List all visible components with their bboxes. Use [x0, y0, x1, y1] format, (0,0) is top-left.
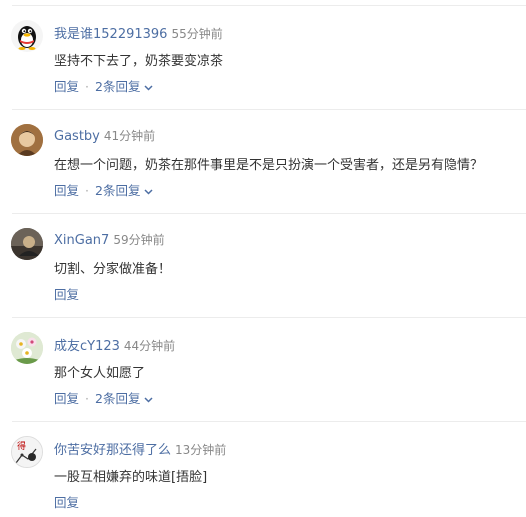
user-avatar[interactable] — [11, 228, 43, 260]
timestamp: 59分钟前 — [113, 233, 165, 247]
photo-avatar-icon — [11, 124, 43, 156]
username-link[interactable]: 我是谁152291396 — [54, 27, 167, 42]
replies-count: 2条回复 — [95, 391, 141, 406]
reply-button[interactable]: 回复 — [54, 495, 79, 510]
separator-dot: · — [85, 79, 89, 94]
chevron-down-icon — [144, 188, 153, 195]
timestamp: 44分钟前 — [123, 339, 176, 353]
separator-dot: · — [85, 183, 89, 198]
expand-replies-button[interactable]: 2条回复 — [95, 79, 153, 94]
reply-button[interactable]: 回复 — [54, 79, 79, 94]
divider — [12, 213, 526, 214]
avatar-text: 得 — [17, 442, 27, 452]
timestamp: 41分钟前 — [103, 129, 156, 143]
divider — [12, 317, 526, 318]
expand-replies-button[interactable]: 2条回复 — [95, 391, 153, 406]
comment-actions: 回复 — [54, 492, 79, 511]
replies-count: 2条回复 — [95, 183, 141, 198]
qq-penguin-icon — [18, 26, 36, 50]
separator-dot: · — [85, 391, 89, 406]
user-avatar[interactable] — [11, 20, 43, 52]
comment-text: 一股互相嫌弃的味道[捂脸] — [54, 470, 208, 485]
user-avatar[interactable]: 得 — [11, 436, 43, 468]
flowers-avatar-icon — [11, 332, 43, 364]
comment-actions: 回复 · 2条回复 — [54, 76, 153, 95]
comment-meta: XinGan7 59分钟前 — [54, 231, 165, 248]
reply-button[interactable]: 回复 — [54, 183, 79, 198]
comment-actions: 回复 — [54, 284, 79, 303]
username-link[interactable]: 成友cY123 — [54, 339, 120, 354]
comment-text: 那个女人如愿了 — [54, 366, 146, 381]
reply-button[interactable]: 回复 — [54, 391, 79, 406]
replies-count: 2条回复 — [95, 79, 141, 94]
username-link[interactable]: XinGan7 — [54, 233, 109, 248]
comment-actions: 回复 · 2条回复 — [54, 180, 153, 199]
user-avatar[interactable] — [11, 124, 43, 156]
username-link[interactable]: 你苦安好那还得了么 — [54, 443, 171, 458]
comment-actions: 回复 · 2条回复 — [54, 388, 153, 407]
chevron-down-icon — [144, 84, 153, 91]
comment-meta: Gastby 41分钟前 — [54, 127, 155, 144]
divider — [12, 109, 526, 110]
user-avatar[interactable] — [11, 332, 43, 364]
username-link[interactable]: Gastby — [54, 129, 100, 144]
timestamp: 13分钟前 — [175, 443, 227, 457]
comment-meta: 我是谁152291396 55分钟前 — [54, 23, 223, 42]
comment-meta: 你苦安好那还得了么 13分钟前 — [54, 439, 226, 458]
divider — [12, 421, 526, 422]
chevron-down-icon — [144, 396, 153, 403]
timestamp: 55分钟前 — [171, 27, 223, 41]
comment-meta: 成友cY123 44分钟前 — [54, 335, 175, 354]
expand-replies-button[interactable]: 2条回复 — [95, 183, 153, 198]
reply-button[interactable]: 回复 — [54, 287, 79, 302]
photo-avatar-icon — [11, 228, 43, 260]
divider — [12, 5, 526, 6]
comment-text: 在想一个问题，奶茶在那件事里是不是只扮演一个受害者，还是另有隐情？ — [54, 158, 484, 173]
comment-text: 切割、分家做准备！ — [54, 262, 172, 277]
comment-text: 坚持不下去了，奶茶要变凉茶 — [54, 54, 224, 69]
